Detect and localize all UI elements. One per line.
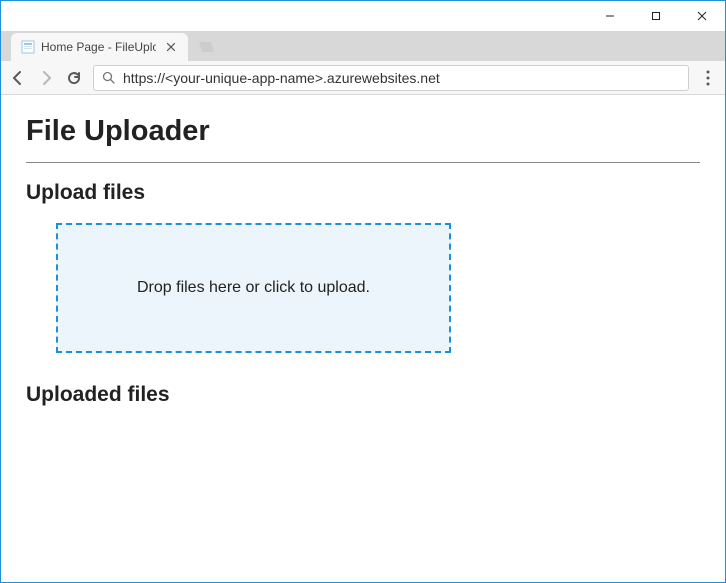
address-bar[interactable]: https://<your-unique-app-name>.azurewebs… — [93, 65, 689, 91]
divider — [26, 162, 700, 163]
search-icon — [102, 71, 115, 84]
page-content: File Uploader Upload files Drop files he… — [1, 95, 725, 582]
reload-button[interactable] — [65, 69, 83, 87]
browser-menu-button[interactable] — [699, 69, 717, 87]
forward-button[interactable] — [37, 69, 55, 87]
url-text: https://<your-unique-app-name>.azurewebs… — [123, 70, 680, 86]
back-button[interactable] — [9, 69, 27, 87]
browser-tabstrip: Home Page - FileUploade — [1, 31, 725, 61]
window-minimize-button[interactable] — [587, 1, 633, 31]
browser-tab[interactable]: Home Page - FileUploade — [11, 33, 188, 61]
page-favicon-icon — [21, 40, 35, 54]
browser-toolbar: https://<your-unique-app-name>.azurewebs… — [1, 61, 725, 95]
new-tab-button[interactable] — [194, 37, 216, 57]
window-titlebar — [1, 1, 725, 31]
tab-close-button[interactable] — [164, 40, 178, 54]
uploaded-section-heading: Uploaded files — [26, 383, 700, 407]
dropzone-label: Drop files here or click to upload. — [137, 279, 370, 297]
page-title: File Uploader — [26, 115, 700, 148]
file-dropzone[interactable]: Drop files here or click to upload. — [56, 223, 451, 353]
tab-title: Home Page - FileUploade — [41, 40, 156, 54]
window-maximize-button[interactable] — [633, 1, 679, 31]
upload-section-heading: Upload files — [26, 181, 700, 205]
window-close-button[interactable] — [679, 1, 725, 31]
